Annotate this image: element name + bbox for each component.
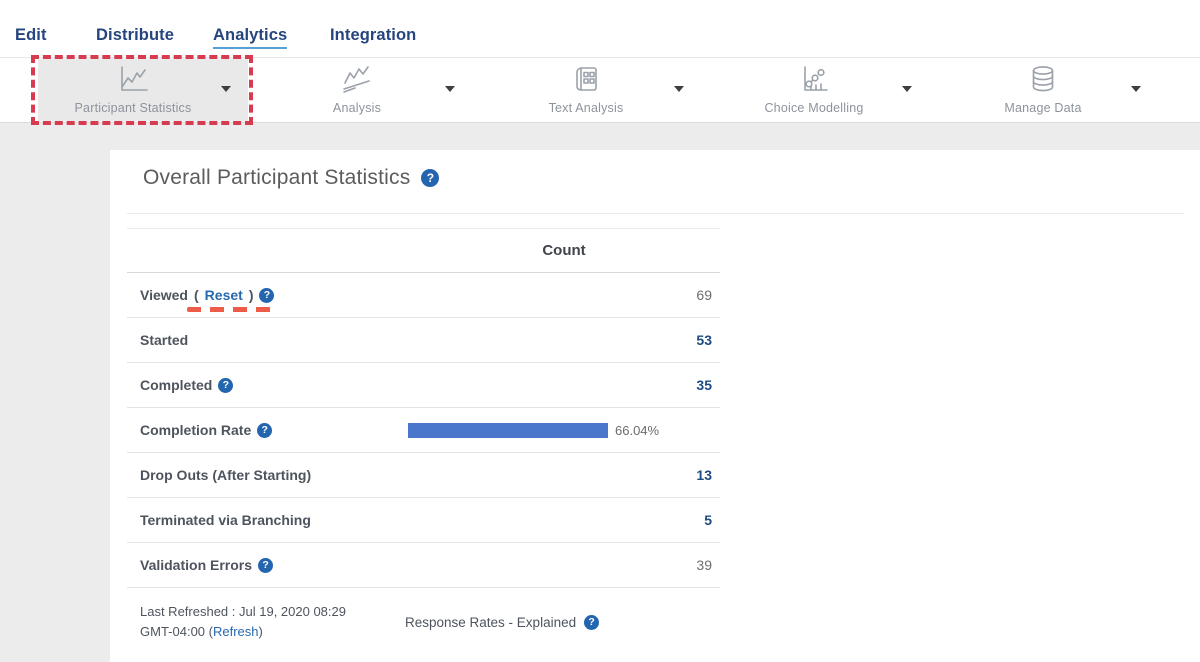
last-refreshed-line2-suffix: ) bbox=[259, 624, 263, 639]
scatter-chart-icon bbox=[798, 64, 830, 97]
nav-edit[interactable]: Edit bbox=[15, 26, 47, 45]
viewed-label: Viewed bbox=[140, 287, 188, 303]
help-icon[interactable]: ? bbox=[259, 288, 274, 303]
viewed-count: 69 bbox=[696, 287, 720, 303]
table-row-completion-rate: Completion Rate ? 66.04% bbox=[127, 408, 720, 453]
help-icon[interactable]: ? bbox=[218, 378, 233, 393]
terminated-label: Terminated via Branching bbox=[140, 512, 311, 528]
refresh-link[interactable]: Refresh bbox=[213, 624, 259, 639]
document-grid-icon bbox=[571, 64, 601, 97]
count-column-header: Count bbox=[408, 229, 720, 273]
last-refreshed-text: Last Refreshed : Jul 19, 2020 08:29 GMT-… bbox=[140, 602, 392, 642]
nav-distribute[interactable]: Distribute bbox=[96, 26, 174, 45]
paren-close: ) bbox=[249, 287, 254, 303]
table-row-validation-errors: Validation Errors ? 39 bbox=[127, 543, 720, 588]
paren-open: ( bbox=[194, 287, 199, 303]
last-refreshed-line2-prefix: GMT-04:00 ( bbox=[140, 624, 213, 639]
annotation-red-dashed-underline bbox=[187, 307, 275, 312]
chevron-down-icon[interactable] bbox=[445, 86, 455, 92]
nav-integration[interactable]: Integration bbox=[330, 26, 416, 45]
nav-analytics[interactable]: Analytics bbox=[213, 26, 287, 49]
top-navigation: Edit Distribute Analytics Integration bbox=[0, 0, 1200, 57]
chevron-down-icon[interactable] bbox=[221, 86, 231, 92]
table-header-row: Count bbox=[127, 228, 720, 273]
title-divider bbox=[127, 213, 1184, 214]
row-label: Completed ? bbox=[127, 377, 233, 393]
chevron-down-icon[interactable] bbox=[902, 86, 912, 92]
validation-errors-label: Validation Errors bbox=[140, 557, 252, 573]
table-row-terminated: Terminated via Branching 5 bbox=[127, 498, 720, 543]
row-label: Drop Outs (After Starting) bbox=[127, 467, 311, 483]
table-footer: Last Refreshed : Jul 19, 2020 08:29 GMT-… bbox=[127, 588, 720, 642]
completed-count: 35 bbox=[696, 377, 720, 393]
reset-link[interactable]: Reset bbox=[205, 287, 243, 303]
row-label: Terminated via Branching bbox=[127, 512, 311, 528]
analytics-toolbar: Participant Statistics Analysis bbox=[0, 57, 1200, 123]
table-row-drop-outs: Drop Outs (After Starting) 13 bbox=[127, 453, 720, 498]
completion-rate-bar: 66.04% bbox=[408, 423, 659, 438]
completed-label: Completed bbox=[140, 377, 212, 393]
trend-chart-icon bbox=[340, 64, 374, 97]
participant-statistics-table: Count Viewed ( Reset ) ? 69 Started 53 C… bbox=[127, 228, 720, 642]
table-row-completed: Completed ? 35 bbox=[127, 363, 720, 408]
tool-manage-data[interactable]: Manage Data bbox=[948, 59, 1158, 121]
completion-rate-label: Completion Rate bbox=[140, 422, 251, 438]
row-label: Started bbox=[127, 332, 188, 348]
tool-choice-modelling[interactable]: Choice Modelling bbox=[719, 59, 929, 121]
table-row-started: Started 53 bbox=[127, 318, 720, 363]
help-icon[interactable]: ? bbox=[584, 615, 599, 630]
page-title-row: Overall Participant Statistics ? bbox=[143, 166, 439, 190]
tool-label: Participant Statistics bbox=[38, 101, 228, 115]
statistics-card: Overall Participant Statistics ? Count V… bbox=[110, 150, 1200, 662]
database-icon bbox=[1029, 64, 1057, 97]
started-count: 53 bbox=[696, 332, 720, 348]
tool-analysis[interactable]: Analysis bbox=[262, 59, 472, 121]
row-label: Viewed ( Reset ) ? bbox=[127, 287, 274, 303]
tool-participant-statistics[interactable]: Participant Statistics bbox=[38, 59, 248, 121]
validation-errors-count: 39 bbox=[696, 557, 720, 573]
drop-outs-count: 13 bbox=[696, 467, 720, 483]
started-label: Started bbox=[140, 332, 188, 348]
tool-text-analysis[interactable]: Text Analysis bbox=[491, 59, 701, 121]
page-title: Overall Participant Statistics bbox=[143, 166, 410, 190]
chevron-down-icon[interactable] bbox=[674, 86, 684, 92]
completion-bar-fill bbox=[408, 423, 608, 438]
title-help-icon[interactable]: ? bbox=[421, 169, 439, 187]
completion-rate-value: 66.04% bbox=[615, 423, 659, 438]
tool-label: Analysis bbox=[262, 101, 452, 115]
chevron-down-icon[interactable] bbox=[1131, 86, 1141, 92]
tool-label: Text Analysis bbox=[491, 101, 681, 115]
table-row-viewed: Viewed ( Reset ) ? 69 bbox=[127, 273, 720, 318]
last-refreshed-line1: Last Refreshed : Jul 19, 2020 08:29 bbox=[140, 604, 346, 619]
row-label: Validation Errors ? bbox=[127, 557, 273, 573]
tool-label: Choice Modelling bbox=[719, 101, 909, 115]
help-icon[interactable]: ? bbox=[258, 558, 273, 573]
drop-outs-label: Drop Outs (After Starting) bbox=[140, 467, 311, 483]
row-label: Completion Rate ? bbox=[127, 422, 272, 438]
response-rates-label: Response Rates - Explained bbox=[405, 615, 576, 630]
terminated-count: 5 bbox=[704, 512, 720, 528]
help-icon[interactable]: ? bbox=[257, 423, 272, 438]
tool-label: Manage Data bbox=[948, 101, 1138, 115]
response-rates-explained: Response Rates - Explained ? bbox=[405, 602, 599, 642]
line-chart-icon bbox=[116, 64, 150, 97]
